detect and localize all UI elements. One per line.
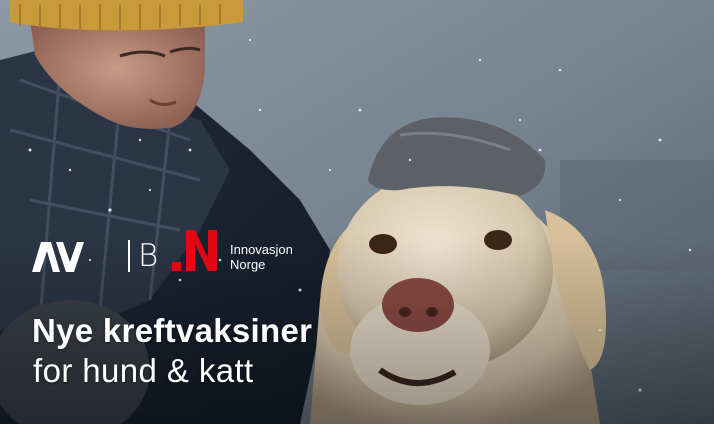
innovasjon-norge-logo-icon — [172, 230, 217, 271]
headline: Nye kreftvaksiner — [32, 312, 313, 349]
b-logo-text: B — [138, 238, 159, 274]
innovasjon-norge-name: Innovasjon Norge — [230, 242, 293, 272]
av-logo-icon — [32, 242, 84, 272]
innovasjon-name-line1: Innovasjon — [230, 242, 293, 257]
partner-logos: AV B Innovasjon Norge — [32, 226, 332, 278]
subheadline: for hund & katt — [33, 352, 254, 389]
logo-divider — [128, 240, 130, 272]
innovasjon-name-line2: Norge — [230, 257, 266, 272]
